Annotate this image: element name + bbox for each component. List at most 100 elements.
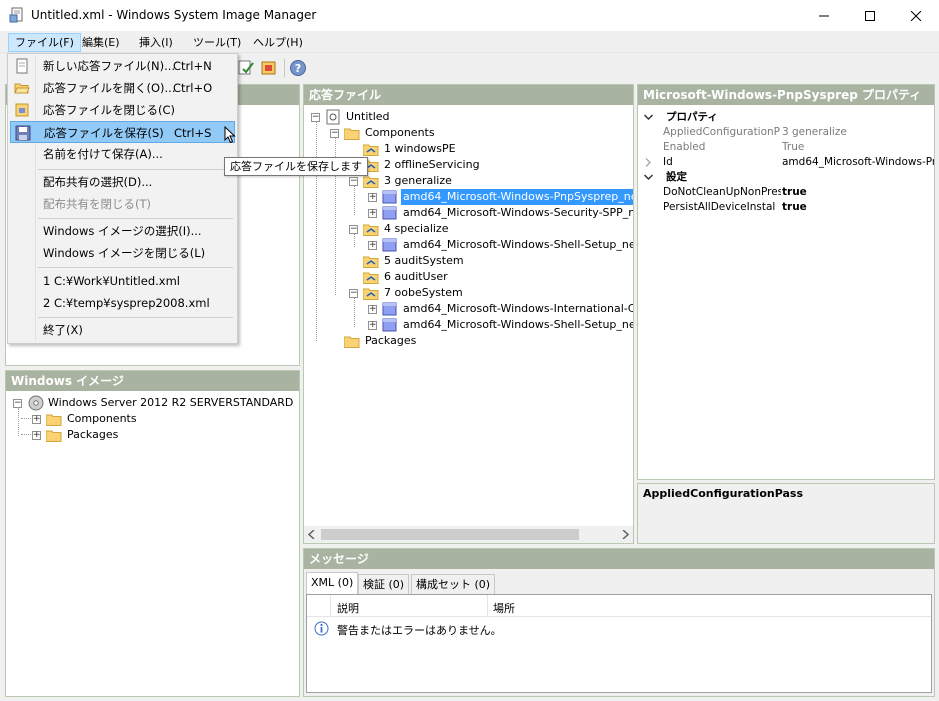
answer-file-header: 応答ファイル (304, 85, 633, 105)
expand-icon[interactable]: + (368, 321, 377, 330)
properties-panel: Microsoft-Windows-PnpSysprep プロパティ プロパティ… (637, 84, 935, 480)
settings-section[interactable]: 設定 (638, 170, 934, 185)
properties-section[interactable]: プロパティ (638, 110, 934, 125)
tab-configuration-set[interactable]: 構成セット (0) (411, 574, 496, 594)
collapse-icon[interactable]: − (349, 225, 358, 234)
properties-header: Microsoft-Windows-PnpSysprep プロパティ (638, 85, 934, 105)
prop-applied-config[interactable]: AppliedConfigurationP 3 generalize (638, 125, 934, 140)
pass-folder-icon (363, 144, 379, 156)
menu-item-open[interactable]: 応答ファイルを開く(O)... Ctrl+O (10, 77, 235, 99)
expand-icon[interactable]: + (32, 431, 41, 440)
title-bar: Untitled.xml - Windows System Image Mana… (0, 0, 939, 31)
expand-icon[interactable]: + (368, 209, 377, 218)
catalog-icon[interactable] (260, 59, 278, 77)
menu-item-recent-2[interactable]: 2 C:¥temp¥sysprep2008.xml (10, 292, 235, 314)
prop-enabled[interactable]: Enabled True (638, 140, 934, 155)
minimize-icon (819, 15, 829, 16)
close-icon (911, 10, 921, 21)
help-icon[interactable]: ? (289, 59, 307, 77)
close-file-icon (15, 103, 29, 117)
pass-folder-icon (363, 176, 379, 188)
description-panel: AppliedConfigurationPass (637, 483, 935, 544)
component-pnpsysprep[interactable]: + amd64_Microsoft-Windows-PnpSysprep_neu… (367, 189, 633, 205)
minimize-button[interactable] (801, 0, 847, 31)
menu-edit[interactable]: 編集(E) (76, 33, 126, 52)
collapse-icon[interactable]: − (13, 399, 22, 408)
component-icon (382, 206, 397, 220)
chevron-down-icon[interactable] (644, 174, 653, 181)
component-icon (382, 238, 397, 252)
component-icon (382, 318, 397, 332)
open-folder-icon (14, 83, 30, 94)
chevron-right-icon[interactable] (645, 158, 651, 167)
collapse-icon[interactable]: − (349, 289, 358, 298)
new-file-icon (16, 58, 28, 74)
folder-icon (46, 430, 62, 442)
menu-item-close-share[interactable]: 配布共有を閉じる(T) (10, 193, 235, 215)
collapse-icon[interactable]: − (330, 129, 339, 138)
info-icon (314, 621, 329, 636)
scroll-left-icon[interactable] (308, 530, 316, 539)
menu-item-close-image[interactable]: Windows イメージを閉じる(L) (10, 242, 235, 264)
pass-folder-icon (363, 224, 379, 236)
messages-header: メッセージ (304, 549, 934, 569)
scroll-thumb[interactable] (321, 529, 579, 540)
app-icon (9, 7, 23, 23)
column-description[interactable]: 説明 (337, 600, 359, 616)
pass-folder-icon (363, 256, 379, 268)
menu-item-select-image[interactable]: Windows イメージの選択(I)... (10, 220, 235, 242)
menu-help[interactable]: ヘルプ(H) (247, 33, 309, 52)
menu-item-select-share[interactable]: 配布共有の選択(D)... (10, 171, 235, 193)
component-icon (382, 190, 397, 204)
windows-image-root[interactable]: − Windows Server 2012 R2 SERVERSTANDARD (12, 395, 297, 411)
menu-file[interactable]: ファイル(F) (8, 33, 81, 52)
menu-tools[interactable]: ツール(T) (187, 33, 247, 52)
disc-icon (28, 395, 44, 411)
maximize-button[interactable] (847, 0, 893, 31)
menu-item-save[interactable]: 応答ファイルを保存(S) Ctrl+S (10, 121, 236, 144)
expand-icon[interactable]: + (368, 305, 377, 314)
menu-item-recent-1[interactable]: 1 C:¥Work¥Untitled.xml (10, 270, 235, 292)
cursor-icon (224, 126, 236, 144)
validate-icon[interactable] (237, 59, 255, 77)
tab-validation[interactable]: 検証 (0) (358, 574, 410, 594)
svg-text:?: ? (295, 62, 301, 75)
column-location[interactable]: 場所 (493, 600, 515, 616)
description-text: AppliedConfigurationPass (643, 487, 804, 500)
menu-item-close[interactable]: 応答ファイルを閉じる(C) (10, 99, 235, 121)
message-row[interactable]: 警告またはエラーはありません。 (307, 620, 931, 638)
answer-file-panel: 応答ファイル − Untitled − Components 1 windows… (303, 84, 634, 544)
menu-bar: ファイル(F) 編集(E) 挿入(I) ツール(T) ヘルプ(H) (0, 31, 939, 53)
prop-id[interactable]: Id amd64_Microsoft-Windows-Pn (638, 155, 934, 170)
folder-icon (344, 336, 360, 348)
windows-image-header: Windows イメージ (6, 371, 299, 391)
expand-icon[interactable]: + (32, 415, 41, 424)
expand-icon[interactable]: + (368, 241, 377, 250)
folder-icon (46, 414, 62, 426)
component-icon (382, 302, 397, 316)
folder-icon (344, 128, 360, 140)
answer-hscrollbar[interactable] (304, 526, 633, 543)
chevron-down-icon[interactable] (644, 114, 653, 121)
maximize-icon (865, 10, 875, 21)
menu-item-exit[interactable]: 終了(X) (10, 319, 235, 341)
menu-item-new[interactable]: 新しい応答ファイル(N)... Ctrl+N (10, 55, 235, 77)
scroll-right-icon[interactable] (621, 530, 629, 539)
toolbar-separator (284, 59, 285, 77)
messages-list: 説明 場所 警告またはエラーはありません。 (306, 594, 932, 693)
collapse-icon[interactable]: − (311, 113, 320, 122)
file-menu-dropdown: 新しい応答ファイル(N)... Ctrl+N 応答ファイルを開く(O)... C… (7, 53, 238, 344)
save-icon (15, 125, 31, 141)
setting-persistalldevice[interactable]: PersistAllDeviceInstal true (638, 200, 934, 215)
setting-donotcleanup[interactable]: DoNotCleanUpNonPres true (638, 185, 934, 200)
answer-file-icon (326, 109, 340, 125)
menu-item-save-as[interactable]: 名前を付けて保存(A)... (10, 143, 235, 165)
close-button[interactable] (893, 0, 939, 31)
save-tooltip: 応答ファイルを保存します (224, 157, 368, 176)
tab-xml[interactable]: XML (0) (306, 572, 359, 594)
expand-icon[interactable]: + (368, 193, 377, 202)
collapse-icon[interactable]: − (349, 177, 358, 186)
messages-header-row: 説明 場所 (307, 595, 931, 617)
windows-image-panel: Windows イメージ − Windows Server 2012 R2 SE… (5, 370, 300, 697)
menu-insert[interactable]: 挿入(I) (133, 33, 179, 52)
